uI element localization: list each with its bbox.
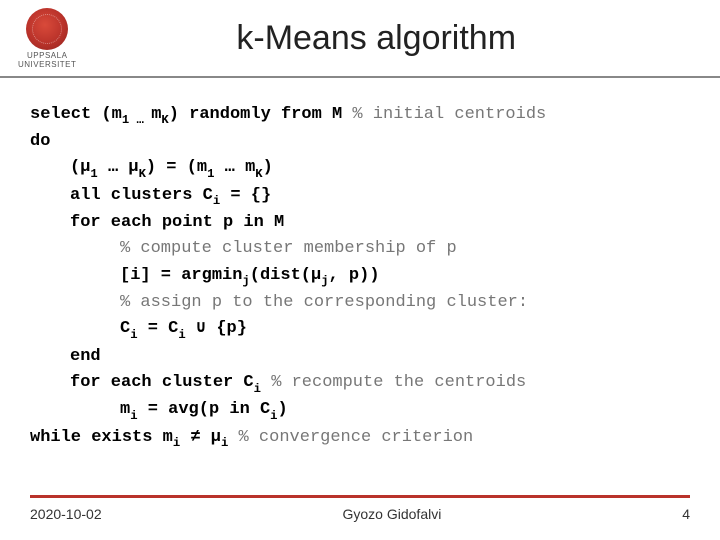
code-line: % compute cluster membership of p xyxy=(30,236,690,262)
footer-page: 4 xyxy=(682,506,690,522)
code-line: Ci = Ci ∪ {p} xyxy=(30,316,690,343)
code-line: % assign p to the corresponding cluster: xyxy=(30,290,690,316)
code-line: all clusters Ci = {} xyxy=(30,183,690,210)
slide-footer: 2020-10-02 Gyozo Gidofalvi 4 xyxy=(0,495,720,522)
logo-line1: UPPSALA xyxy=(27,51,67,60)
seal-icon xyxy=(26,8,68,50)
code-line: for each point p in M xyxy=(30,210,690,236)
code-line: do xyxy=(30,129,690,155)
footer-author: Gyozo Gidofalvi xyxy=(343,506,442,522)
code-line: mi = avg(p in Ci) xyxy=(30,397,690,424)
code-line: select (m1 … mK) randomly from M % initi… xyxy=(30,102,690,129)
logo-text: UPPSALA UNIVERSITET xyxy=(18,52,76,70)
footer-row: 2020-10-02 Gyozo Gidofalvi 4 xyxy=(30,506,690,522)
code-line: (µ1 … µK) = (m1 … mK) xyxy=(30,155,690,182)
footer-date: 2020-10-02 xyxy=(30,506,102,522)
logo-line2: UNIVERSITET xyxy=(18,60,76,69)
code-line: [i] = argminj(dist(µj, p)) xyxy=(30,263,690,290)
code-line: while exists mi ≠ µi % convergence crite… xyxy=(30,425,690,452)
code-block: select (m1 … mK) randomly from M % initi… xyxy=(0,78,720,462)
code-line: for each cluster Ci % recompute the cent… xyxy=(30,370,690,397)
university-logo: UPPSALA UNIVERSITET xyxy=(18,8,76,70)
footer-rule xyxy=(30,495,690,498)
slide-header: UPPSALA UNIVERSITET k-Means algorithm xyxy=(0,0,720,78)
code-line: end xyxy=(30,344,690,370)
slide-title: k-Means algorithm xyxy=(100,19,702,58)
